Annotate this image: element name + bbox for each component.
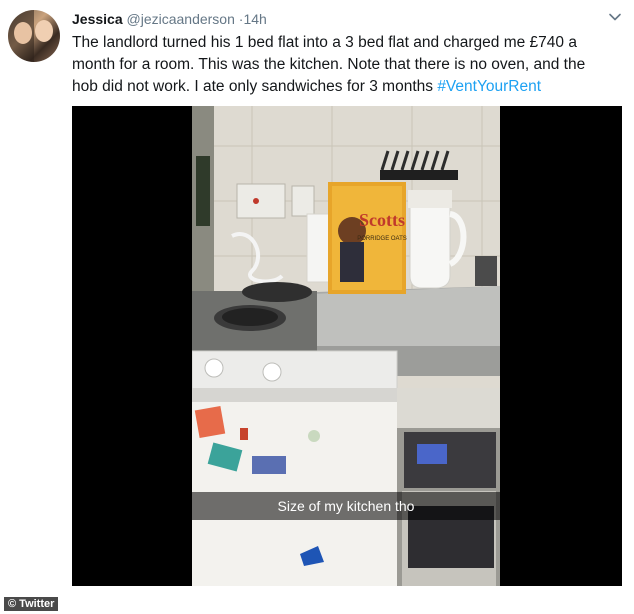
video-frame[interactable]: Scotts PORRIDGE OATS Size of my kitchen … — [192, 106, 500, 586]
tweet-header: Jessica @jezicaanderson ·14h — [72, 10, 267, 28]
display-name[interactable]: Jessica — [72, 11, 123, 27]
user-handle[interactable]: @jezicaanderson — [127, 11, 235, 27]
box-brand-text: Scotts — [359, 210, 405, 230]
timestamp[interactable]: 14h — [243, 11, 266, 27]
tweet: Jessica @jezicaanderson ·14h The landlor… — [0, 0, 634, 614]
chevron-down-icon[interactable] — [608, 10, 622, 24]
video-caption-overlay: Size of my kitchen tho — [192, 492, 500, 520]
video-media[interactable]: Scotts PORRIDGE OATS Size of my kitchen … — [72, 106, 622, 586]
cereal-box: Scotts PORRIDGE OATS — [328, 182, 407, 294]
avatar[interactable] — [8, 10, 60, 62]
image-credit: © Twitter — [4, 597, 59, 611]
tweet-text: The landlord turned his 1 bed flat into … — [72, 32, 612, 98]
box-subtext: PORRIDGE OATS — [357, 236, 407, 242]
hashtag-link[interactable]: #VentYourRent — [437, 78, 541, 95]
